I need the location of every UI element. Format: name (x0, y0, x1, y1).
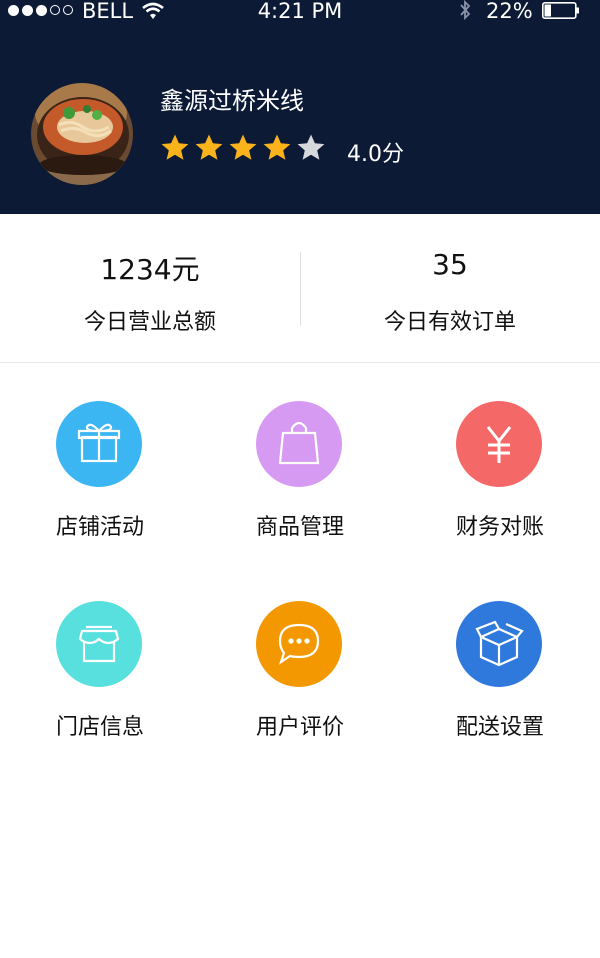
shop-header: BELL 4:21 PM 22% 鑫源过桥米线 4.0分 (0, 0, 600, 214)
battery-icon (542, 2, 579, 19)
menu-store-activities[interactable]: 店铺活动 (0, 401, 200, 551)
orders-label: 今日有效订单 (383, 310, 516, 335)
bluetooth-icon (460, 0, 471, 21)
star-empty-icon (297, 134, 325, 160)
storefront-icon (56, 601, 142, 687)
menu-user-reviews[interactable]: 用户评价 (200, 601, 400, 751)
menu-product-management[interactable]: 商品管理 (200, 401, 400, 551)
menu-label: 门店信息 (55, 715, 144, 740)
star-filled-icon (195, 134, 223, 160)
rating-score: 4.0分 (347, 142, 404, 167)
menu-store-info[interactable]: 门店信息 (0, 601, 200, 751)
stat-orders[interactable]: 35 今日有效订单 (300, 214, 600, 362)
revenue-value: 1234元 (100, 253, 200, 286)
yen-icon (456, 401, 542, 487)
menu-label: 店铺活动 (55, 515, 144, 540)
chat-bubble-icon (256, 601, 342, 687)
menu-label: 商品管理 (255, 515, 344, 540)
status-bar: BELL 4:21 PM 22% (0, 0, 600, 24)
gift-icon (56, 401, 142, 487)
shop-name: 鑫源过桥米线 (160, 87, 304, 115)
menu-finance-reconciliation[interactable]: 财务对账 (400, 401, 600, 551)
shop-avatar (31, 83, 133, 185)
shopping-bag-icon (256, 401, 342, 487)
today-stats: 1234元 今日营业总额 35 今日有效订单 (0, 214, 600, 363)
menu-label: 用户评价 (255, 715, 344, 740)
star-filled-icon (161, 134, 189, 160)
battery-percentage: 22% (486, 0, 533, 23)
menu-label: 财务对账 (455, 515, 544, 540)
star-filled-icon (263, 134, 291, 160)
revenue-label: 今日营业总额 (83, 310, 216, 335)
star-filled-icon (229, 134, 257, 160)
menu-label: 配送设置 (455, 715, 544, 740)
box-icon (456, 601, 542, 687)
menu-delivery-settings[interactable]: 配送设置 (400, 601, 600, 751)
orders-value: 35 (432, 248, 468, 281)
stat-revenue[interactable]: 1234元 今日营业总额 (0, 214, 300, 362)
